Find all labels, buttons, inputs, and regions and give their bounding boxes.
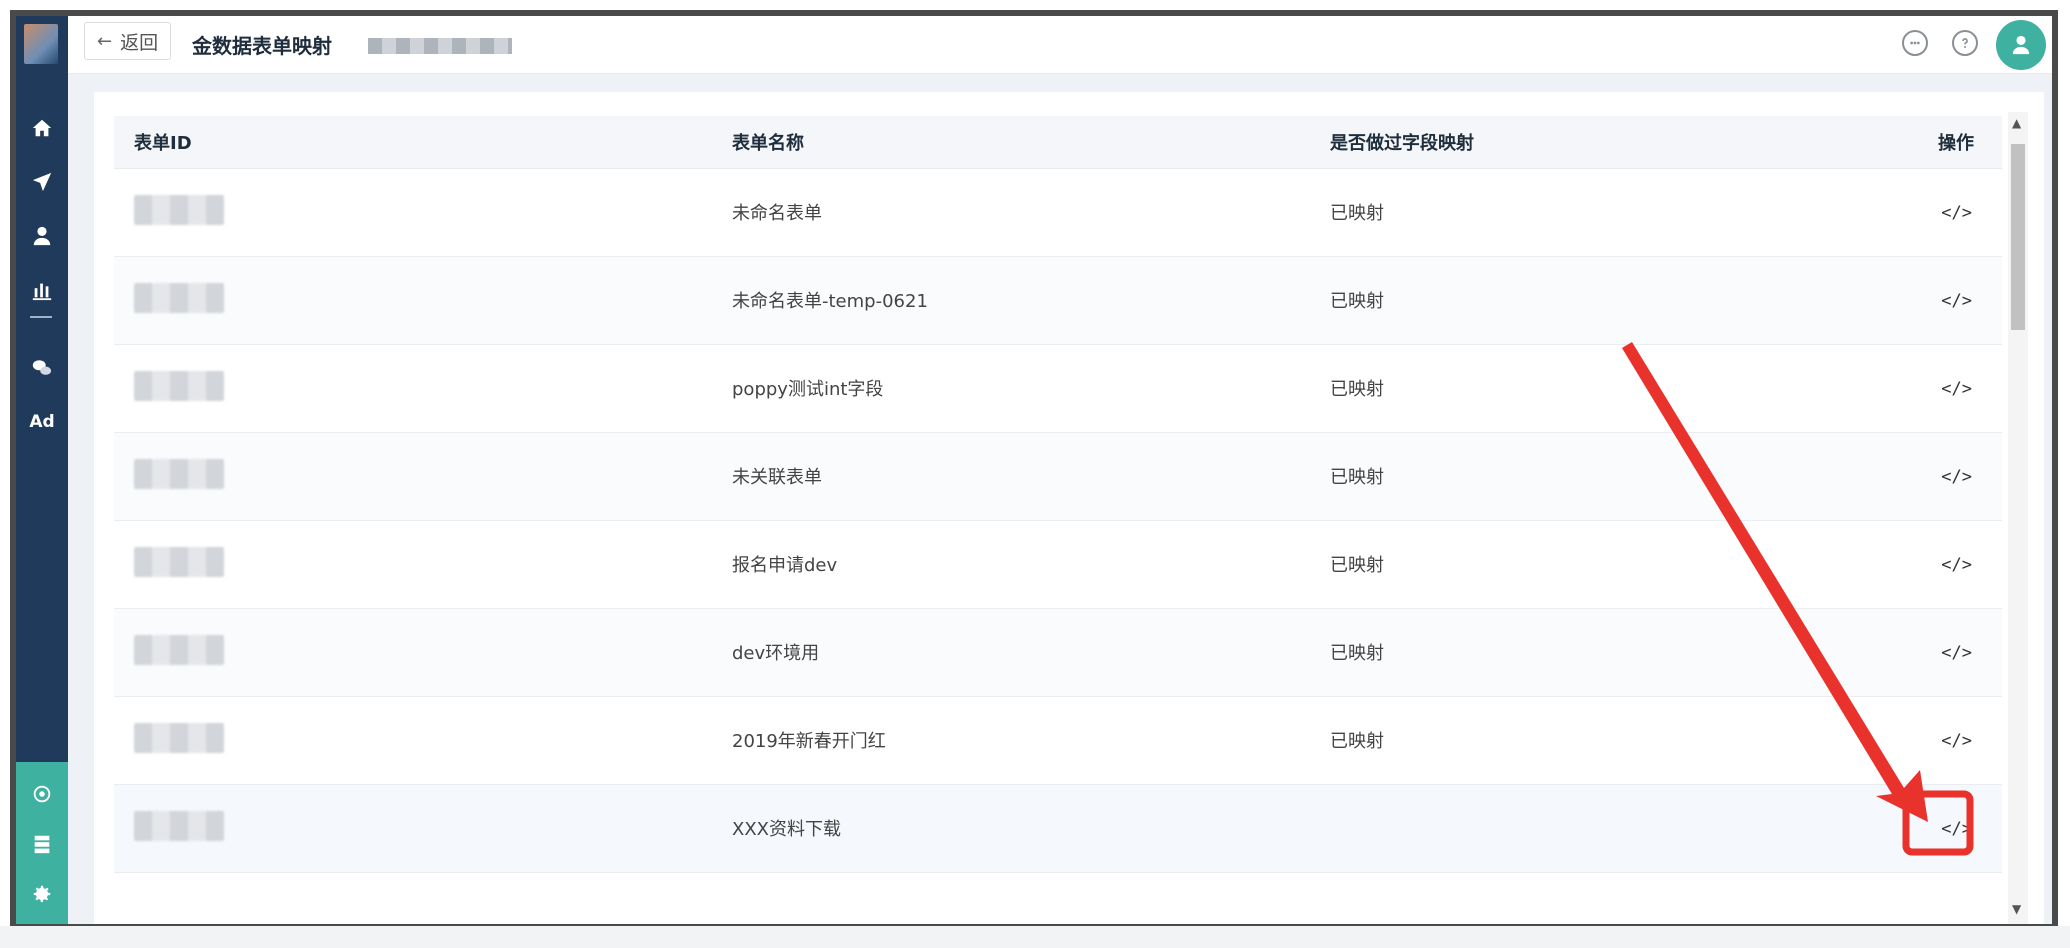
- wechat-icon[interactable]: [16, 348, 68, 388]
- form-name-cell: dev环境用: [712, 608, 1310, 697]
- column-header-form-id: 表单ID: [114, 116, 712, 169]
- form-id-cell: [114, 256, 712, 345]
- app-window: Ad ← 返回 金数据表单映射 表单ID 表单名称 是否做过字段映射 操作 未命…: [10, 10, 2058, 930]
- mapped-status-cell: [1310, 784, 1908, 873]
- sidebar-bottom-panel: [16, 762, 68, 924]
- table-row-partial: [114, 872, 2002, 924]
- mapped-status-cell: 已映射: [1310, 432, 1908, 521]
- table-row: 未命名表单 已映射 </>: [114, 168, 2002, 257]
- mapped-status-cell: 已映射: [1310, 608, 1908, 697]
- sidebar-divider: [30, 316, 52, 318]
- mapped-status-cell: 已映射: [1310, 256, 1908, 345]
- content-card: 表单ID 表单名称 是否做过字段映射 操作 未命名表单 已映射 </> 未命名表…: [94, 92, 2044, 924]
- action-cell: </>: [1908, 168, 2002, 257]
- action-cell: </>: [1908, 520, 2002, 609]
- redacted-id: [134, 458, 224, 489]
- table-row: 报名申请dev 已映射 </>: [114, 520, 2002, 609]
- chat-icon[interactable]: [1902, 30, 1928, 56]
- form-id-cell: [114, 784, 712, 873]
- form-name-cell: 未命名表单-temp-0621: [712, 256, 1310, 345]
- mapped-status-cell: 已映射: [1310, 696, 1908, 785]
- redacted-subtitle: [368, 38, 512, 54]
- action-cell: </>: [1908, 696, 2002, 785]
- action-cell: </>: [1908, 256, 2002, 345]
- table-header-row: 表单ID 表单名称 是否做过字段映射 操作: [114, 116, 2002, 169]
- settings-icon[interactable]: [16, 874, 68, 914]
- bar-chart-icon[interactable]: [16, 270, 68, 310]
- action-cell: </>: [1908, 608, 2002, 697]
- help-icon[interactable]: [1952, 30, 1978, 56]
- redacted-id: [134, 634, 224, 665]
- page-title: 金数据表单映射: [192, 34, 332, 58]
- code-icon[interactable]: </>: [1941, 467, 1972, 487]
- form-id-cell: [114, 168, 712, 257]
- action-cell: </>: [1908, 432, 2002, 521]
- form-name-cell: XXX资料下载: [712, 784, 1310, 873]
- redacted-id: [134, 194, 224, 225]
- action-cell: [1908, 872, 2002, 924]
- code-icon[interactable]: </>: [1941, 555, 1972, 575]
- mapped-status-cell: 已映射: [1310, 520, 1908, 609]
- column-header-mapped: 是否做过字段映射: [1310, 116, 1908, 169]
- bottom-blur-strip: [0, 926, 2070, 948]
- scroll-down-arrow-icon[interactable]: ▼: [2012, 902, 2021, 916]
- column-header-actions: 操作: [1908, 116, 2002, 169]
- redacted-id: [134, 546, 224, 577]
- server-icon[interactable]: [16, 824, 68, 864]
- redacted-id: [134, 282, 224, 313]
- form-id-cell: [114, 872, 712, 924]
- code-icon[interactable]: </>: [1941, 819, 1972, 839]
- back-button[interactable]: ← 返回: [84, 22, 172, 60]
- form-name-cell: 未命名表单: [712, 168, 1310, 257]
- table-scrollbar[interactable]: ▲ ▼: [2008, 112, 2028, 924]
- top-bar: ← 返回 金数据表单映射: [68, 16, 2052, 74]
- form-name-cell: 2019年新春开门红: [712, 696, 1310, 785]
- form-mapping-table-container: 表单ID 表单名称 是否做过字段映射 操作 未命名表单 已映射 </> 未命名表…: [114, 116, 2002, 924]
- mapped-status-cell: [1310, 872, 1908, 924]
- back-arrow-icon: ←: [97, 30, 113, 52]
- ad-icon[interactable]: Ad: [16, 402, 68, 442]
- form-id-cell: [114, 520, 712, 609]
- ad-label: Ad: [29, 412, 55, 432]
- column-header-form-name: 表单名称: [712, 116, 1310, 169]
- mapped-status-cell: 已映射: [1310, 344, 1908, 433]
- scrollbar-thumb[interactable]: [2011, 144, 2025, 330]
- table-row: 未关联表单 已映射 </>: [114, 432, 2002, 521]
- code-icon[interactable]: </>: [1941, 203, 1972, 223]
- form-id-cell: [114, 608, 712, 697]
- form-id-cell: [114, 696, 712, 785]
- redacted-id: [134, 810, 224, 841]
- table-row: poppy测试int字段 已映射 </>: [114, 344, 2002, 433]
- code-icon[interactable]: </>: [1941, 643, 1972, 663]
- send-icon[interactable]: [16, 162, 68, 202]
- form-id-cell: [114, 344, 712, 433]
- action-cell: </>: [1908, 784, 2002, 873]
- app-logo[interactable]: [24, 24, 58, 64]
- code-icon[interactable]: </>: [1941, 291, 1972, 311]
- form-name-cell: [712, 872, 1310, 924]
- hub-icon[interactable]: [16, 774, 68, 814]
- code-icon[interactable]: </>: [1941, 731, 1972, 751]
- back-label: 返回: [120, 31, 159, 54]
- scroll-up-arrow-icon[interactable]: ▲: [2012, 116, 2021, 130]
- form-name-cell: poppy测试int字段: [712, 344, 1310, 433]
- sidebar: Ad: [16, 16, 68, 924]
- form-name-cell: 报名申请dev: [712, 520, 1310, 609]
- home-icon[interactable]: [16, 108, 68, 148]
- table-row: 未命名表单-temp-0621 已映射 </>: [114, 256, 2002, 345]
- mapped-status-cell: 已映射: [1310, 168, 1908, 257]
- form-name-cell: 未关联表单: [712, 432, 1310, 521]
- code-icon[interactable]: </>: [1941, 379, 1972, 399]
- user-icon[interactable]: [16, 216, 68, 256]
- redacted-id: [134, 722, 224, 753]
- user-avatar-icon[interactable]: [1996, 20, 2046, 70]
- table-row: XXX资料下载 </>: [114, 784, 2002, 873]
- form-id-cell: [114, 432, 712, 521]
- form-mapping-table: 表单ID 表单名称 是否做过字段映射 操作 未命名表单 已映射 </> 未命名表…: [114, 116, 2002, 924]
- table-row: dev环境用 已映射 </>: [114, 608, 2002, 697]
- action-cell: </>: [1908, 344, 2002, 433]
- redacted-id: [134, 370, 224, 401]
- table-row: 2019年新春开门红 已映射 </>: [114, 696, 2002, 785]
